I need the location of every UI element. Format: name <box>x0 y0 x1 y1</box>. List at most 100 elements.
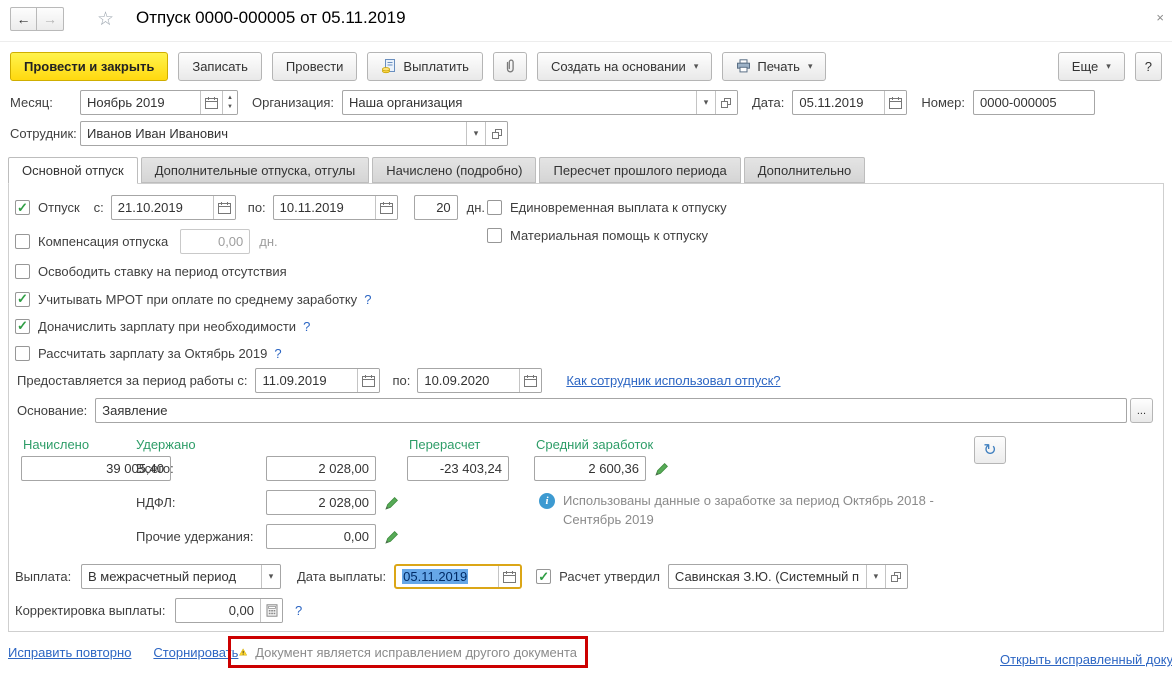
month-spinner[interactable]: ▲ ▼ <box>222 91 237 114</box>
mrot-checkbox[interactable]: ✓ <box>15 292 30 307</box>
post-and-close-button[interactable]: Провести и закрыть <box>10 52 168 81</box>
vacation-usage-link[interactable]: Как сотрудник использовал отпуск? <box>566 373 780 388</box>
other-withholdings-input[interactable]: 0,00 <box>266 524 376 549</box>
ndfl-input[interactable]: 2 028,00 <box>266 490 376 515</box>
compensation-row: Компенсация отпуска 0,00 дн. <box>15 229 278 254</box>
ellipsis-icon: ... <box>1137 405 1146 417</box>
pay-date-input[interactable]: 05.11.2019 <box>394 564 522 589</box>
toolbar: Провести и закрыть Записать Провести Вып… <box>10 51 1162 81</box>
release-rate-label: Освободить ставку на период отсутствия <box>38 264 287 279</box>
date-input[interactable]: 05.11.2019 <box>792 90 907 115</box>
approved-label: Расчет утвердил <box>559 569 660 584</box>
compensation-days-input[interactable]: 0,00 <box>180 229 250 254</box>
edit-pencil-icon[interactable] <box>653 461 668 476</box>
avg-earnings-row: 2 600,36 <box>534 456 668 481</box>
date-label: Дата: <box>752 95 784 110</box>
basis-input[interactable]: Заявление <box>95 398 1127 423</box>
lump-sum-checkbox[interactable] <box>487 200 502 215</box>
calculator-icon[interactable] <box>260 599 282 622</box>
post-button[interactable]: Провести <box>272 52 358 81</box>
calendar-icon[interactable] <box>375 196 397 219</box>
vacation-to-input[interactable]: 10.11.2019 <box>273 195 398 220</box>
attachments-button[interactable] <box>493 52 527 81</box>
tab-additional-vacations[interactable]: Дополнительные отпуска, отгулы <box>141 157 370 183</box>
chevron-down-icon[interactable]: ▾ <box>696 91 715 114</box>
calc-salary-help-icon[interactable]: ? <box>274 346 281 361</box>
payment-select[interactable]: В межрасчетный период ▾ <box>81 564 281 589</box>
tab-accrued-detail[interactable]: Начислено (подробно) <box>372 157 536 183</box>
recalc-input[interactable]: -23 403,24 <box>407 456 509 481</box>
pay-date-value: 05.11.2019 <box>396 566 498 587</box>
back-button[interactable]: ← <box>10 7 37 31</box>
more-label: Еще <box>1072 59 1098 74</box>
other-withholdings-value: 0,00 <box>267 525 375 548</box>
month-input[interactable]: Ноябрь 2019 ▲ ▼ <box>80 90 238 115</box>
ndfl-row: 2 028,00 <box>266 490 398 515</box>
calendar-icon[interactable] <box>213 196 235 219</box>
close-icon[interactable]: × <box>1156 10 1164 25</box>
organization-input[interactable]: Наша организация ▾ <box>342 90 738 115</box>
basis-select-button[interactable]: ... <box>1130 398 1153 423</box>
withheld-total-input[interactable]: 2 028,00 <box>266 456 376 481</box>
create-based-on-label: Создать на основании <box>551 59 686 74</box>
chevron-down-icon[interactable]: ▾ <box>866 565 885 588</box>
open-icon[interactable] <box>485 122 507 145</box>
forward-button[interactable]: → <box>37 7 64 31</box>
withheld-total-row: 2 028,00 <box>266 456 376 481</box>
print-button[interactable]: Печать▾ <box>722 52 826 81</box>
earnings-info-text: Использованы данные о заработке за перио… <box>563 492 963 530</box>
vacation-days-input[interactable]: 20 <box>414 195 458 220</box>
material-aid-checkbox[interactable] <box>487 228 502 243</box>
forward-arrow-icon: → <box>43 11 57 27</box>
pay-button[interactable]: Выплатить <box>367 52 483 81</box>
period-to-input[interactable]: 10.09.2020 <box>417 368 542 393</box>
favorite-star-icon[interactable]: ☆ <box>97 8 114 31</box>
open-icon[interactable] <box>715 91 737 114</box>
check-icon: ✓ <box>538 570 549 583</box>
release-rate-checkbox[interactable] <box>15 264 30 279</box>
open-corrected-document-link[interactable]: Открыть исправленный документ <box>1000 651 1150 669</box>
tab-additional[interactable]: Дополнительно <box>744 157 866 183</box>
avg-earnings-input[interactable]: 2 600,36 <box>534 456 646 481</box>
edit-pencil-icon[interactable] <box>383 495 398 510</box>
correction-help-icon[interactable]: ? <box>295 603 302 618</box>
open-icon[interactable] <box>885 565 907 588</box>
write-button[interactable]: Записать <box>178 52 262 81</box>
tab-recalc-previous-period[interactable]: Пересчет прошлого периода <box>539 157 740 183</box>
help-button[interactable]: ? <box>1135 52 1162 81</box>
withheld-total-value: 2 028,00 <box>267 457 375 480</box>
refresh-button[interactable]: ↻ <box>974 436 1006 464</box>
extra-accrual-help-icon[interactable]: ? <box>303 319 310 334</box>
calendar-icon[interactable] <box>498 566 520 587</box>
ndfl-value: 2 028,00 <box>267 491 375 514</box>
calendar-icon[interactable] <box>200 91 222 114</box>
vacation-from-label: с: <box>94 200 104 215</box>
calendar-icon[interactable] <box>357 369 379 392</box>
edit-pencil-icon[interactable] <box>383 529 398 544</box>
vacation-from-input[interactable]: 21.10.2019 <box>111 195 236 220</box>
more-button[interactable]: Еще▾ <box>1058 52 1125 81</box>
reverse-link[interactable]: Сторнировать <box>153 645 238 660</box>
create-based-on-button[interactable]: Создать на основании▾ <box>537 52 712 81</box>
number-input[interactable]: 0000-000005 <box>973 90 1095 115</box>
vacation-checkbox[interactable]: ✓ <box>15 200 30 215</box>
accrued-label: Начислено <box>23 437 89 452</box>
compensation-checkbox[interactable] <box>15 234 30 249</box>
approved-checkbox[interactable]: ✓ <box>536 569 551 584</box>
approved-by-input[interactable]: Савинская З.Ю. (Системный п ▾ <box>668 564 908 589</box>
calendar-icon[interactable] <box>884 91 906 114</box>
extra-accrual-checkbox[interactable]: ✓ <box>15 319 30 334</box>
correction-input[interactable]: 0,00 <box>175 598 283 623</box>
calendar-icon[interactable] <box>519 369 541 392</box>
period-from-input[interactable]: 11.09.2019 <box>255 368 380 393</box>
chevron-down-icon[interactable]: ▾ <box>466 122 485 145</box>
correction-label: Корректировка выплаты: <box>15 603 175 618</box>
organization-value: Наша организация <box>343 91 696 114</box>
tab-main-vacation[interactable]: Основной отпуск <box>8 157 138 184</box>
fix-again-link[interactable]: Исправить повторно <box>8 645 131 660</box>
employee-input[interactable]: Иванов Иван Иванович ▾ <box>80 121 508 146</box>
mrot-label: Учитывать МРОТ при оплате по среднему за… <box>38 292 357 307</box>
chevron-down-icon[interactable]: ▾ <box>261 565 280 588</box>
calc-salary-checkbox[interactable] <box>15 346 30 361</box>
mrot-help-icon[interactable]: ? <box>364 292 371 307</box>
